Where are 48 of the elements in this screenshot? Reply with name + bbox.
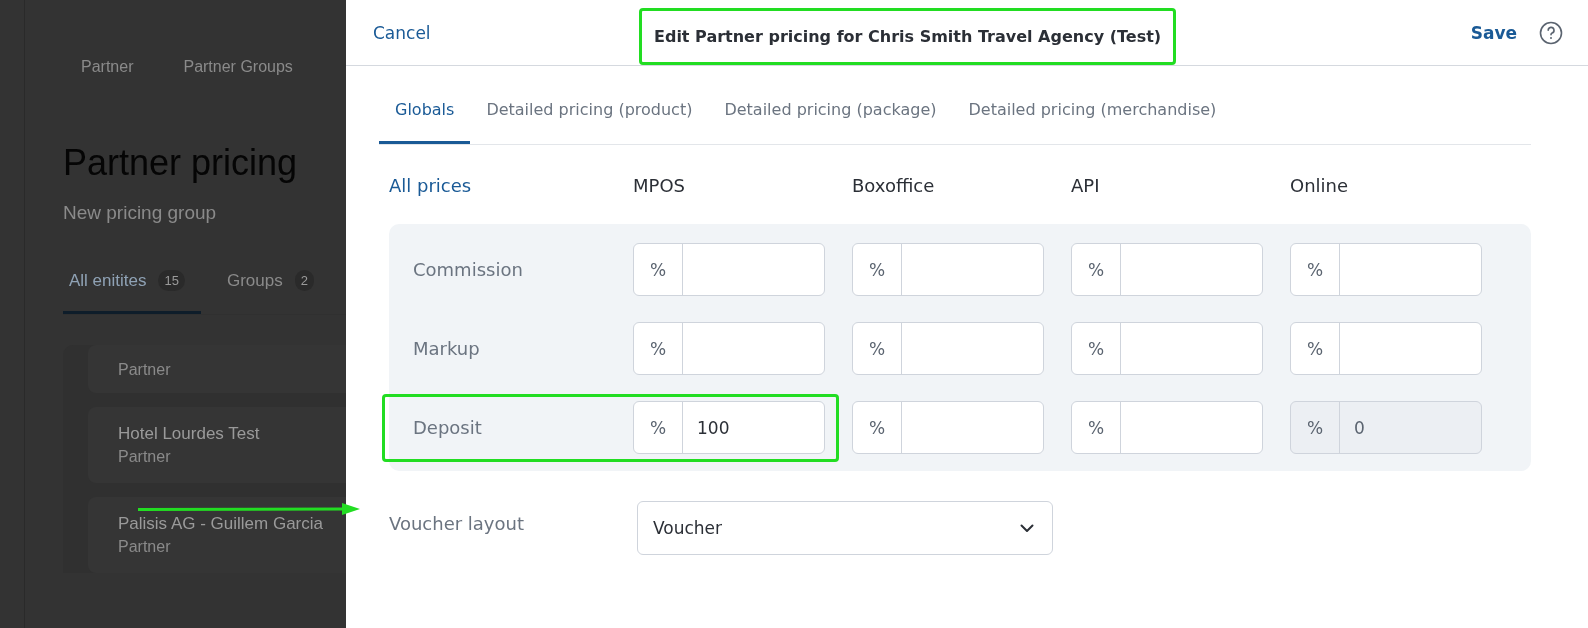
- percent-input-field[interactable]: %: [852, 401, 1044, 454]
- all-prices-link[interactable]: All prices: [389, 175, 633, 196]
- percent-input-field[interactable]: % 100: [633, 401, 825, 454]
- percent-input-field[interactable]: %: [1071, 401, 1263, 454]
- tab[interactable]: Globals: [379, 88, 471, 144]
- partner-name: Palisis AG - Guillem Garcia: [118, 514, 324, 534]
- partner-card[interactable]: Partner: [88, 345, 346, 393]
- column-header: API: [1071, 175, 1101, 196]
- save-link[interactable]: Save: [1470, 22, 1517, 43]
- percent-input-field[interactable]: %: [633, 243, 825, 296]
- row-label: Commission: [412, 259, 524, 280]
- cancel-link[interactable]: Cancel: [373, 22, 639, 43]
- row-label: Deposit: [412, 417, 483, 438]
- tab[interactable]: Detailed pricing (merchandise): [952, 88, 1233, 144]
- partner-type: Partner: [118, 538, 172, 556]
- page-subtitle: New pricing group: [63, 202, 218, 224]
- percent-input-field[interactable]: %: [852, 322, 1044, 375]
- nav-link[interactable]: Partner: [81, 58, 134, 76]
- tab-label: Groups: [226, 270, 283, 291]
- field-label: Voucher layout: [389, 512, 525, 534]
- percent-input-field[interactable]: %: [1290, 322, 1482, 375]
- percent-input-field[interactable]: %: [1071, 322, 1263, 375]
- row-label: Markup: [412, 338, 481, 359]
- column-header: Boxoffice: [852, 175, 936, 196]
- count-badge: 2: [294, 270, 314, 291]
- help-icon[interactable]: [1539, 20, 1563, 45]
- tab[interactable]: All enitites 15: [63, 262, 201, 314]
- voucher-layout-dropdown[interactable]: Voucher: [637, 501, 1053, 555]
- percent-input-field[interactable]: %: [852, 243, 1044, 296]
- percent-input-field[interactable]: %: [1071, 243, 1263, 296]
- partner-card[interactable]: Palisis AG - Guillem Garcia Partner: [88, 497, 346, 573]
- chevron-down-icon: [1020, 523, 1034, 533]
- percent-input-field[interactable]: %: [1290, 243, 1482, 296]
- partner-name: Hotel Lourdes Test: [118, 424, 261, 444]
- percent-input-field: % 0: [1290, 401, 1482, 454]
- dialog-title: Edit Partner pricing for Chris Smith Travel Agency (Test): [639, 8, 1177, 65]
- partner-type: Partner: [118, 448, 172, 466]
- partner-card[interactable]: Hotel Lourdes Test Partner: [88, 407, 346, 483]
- nav-link[interactable]: Partner Groups: [183, 58, 293, 76]
- partner-type: Partner: [118, 361, 172, 379]
- percent-input-field[interactable]: %: [633, 322, 825, 375]
- tab[interactable]: Detailed pricing (package): [708, 88, 953, 144]
- tab[interactable]: Detailed pricing (product): [470, 88, 709, 144]
- column-header: MPOS: [633, 175, 686, 196]
- tab[interactable]: Groups 2: [220, 262, 330, 314]
- count-badge: 15: [158, 270, 185, 291]
- column-header: Online: [1290, 175, 1350, 196]
- tab-label: All enitites: [69, 270, 147, 291]
